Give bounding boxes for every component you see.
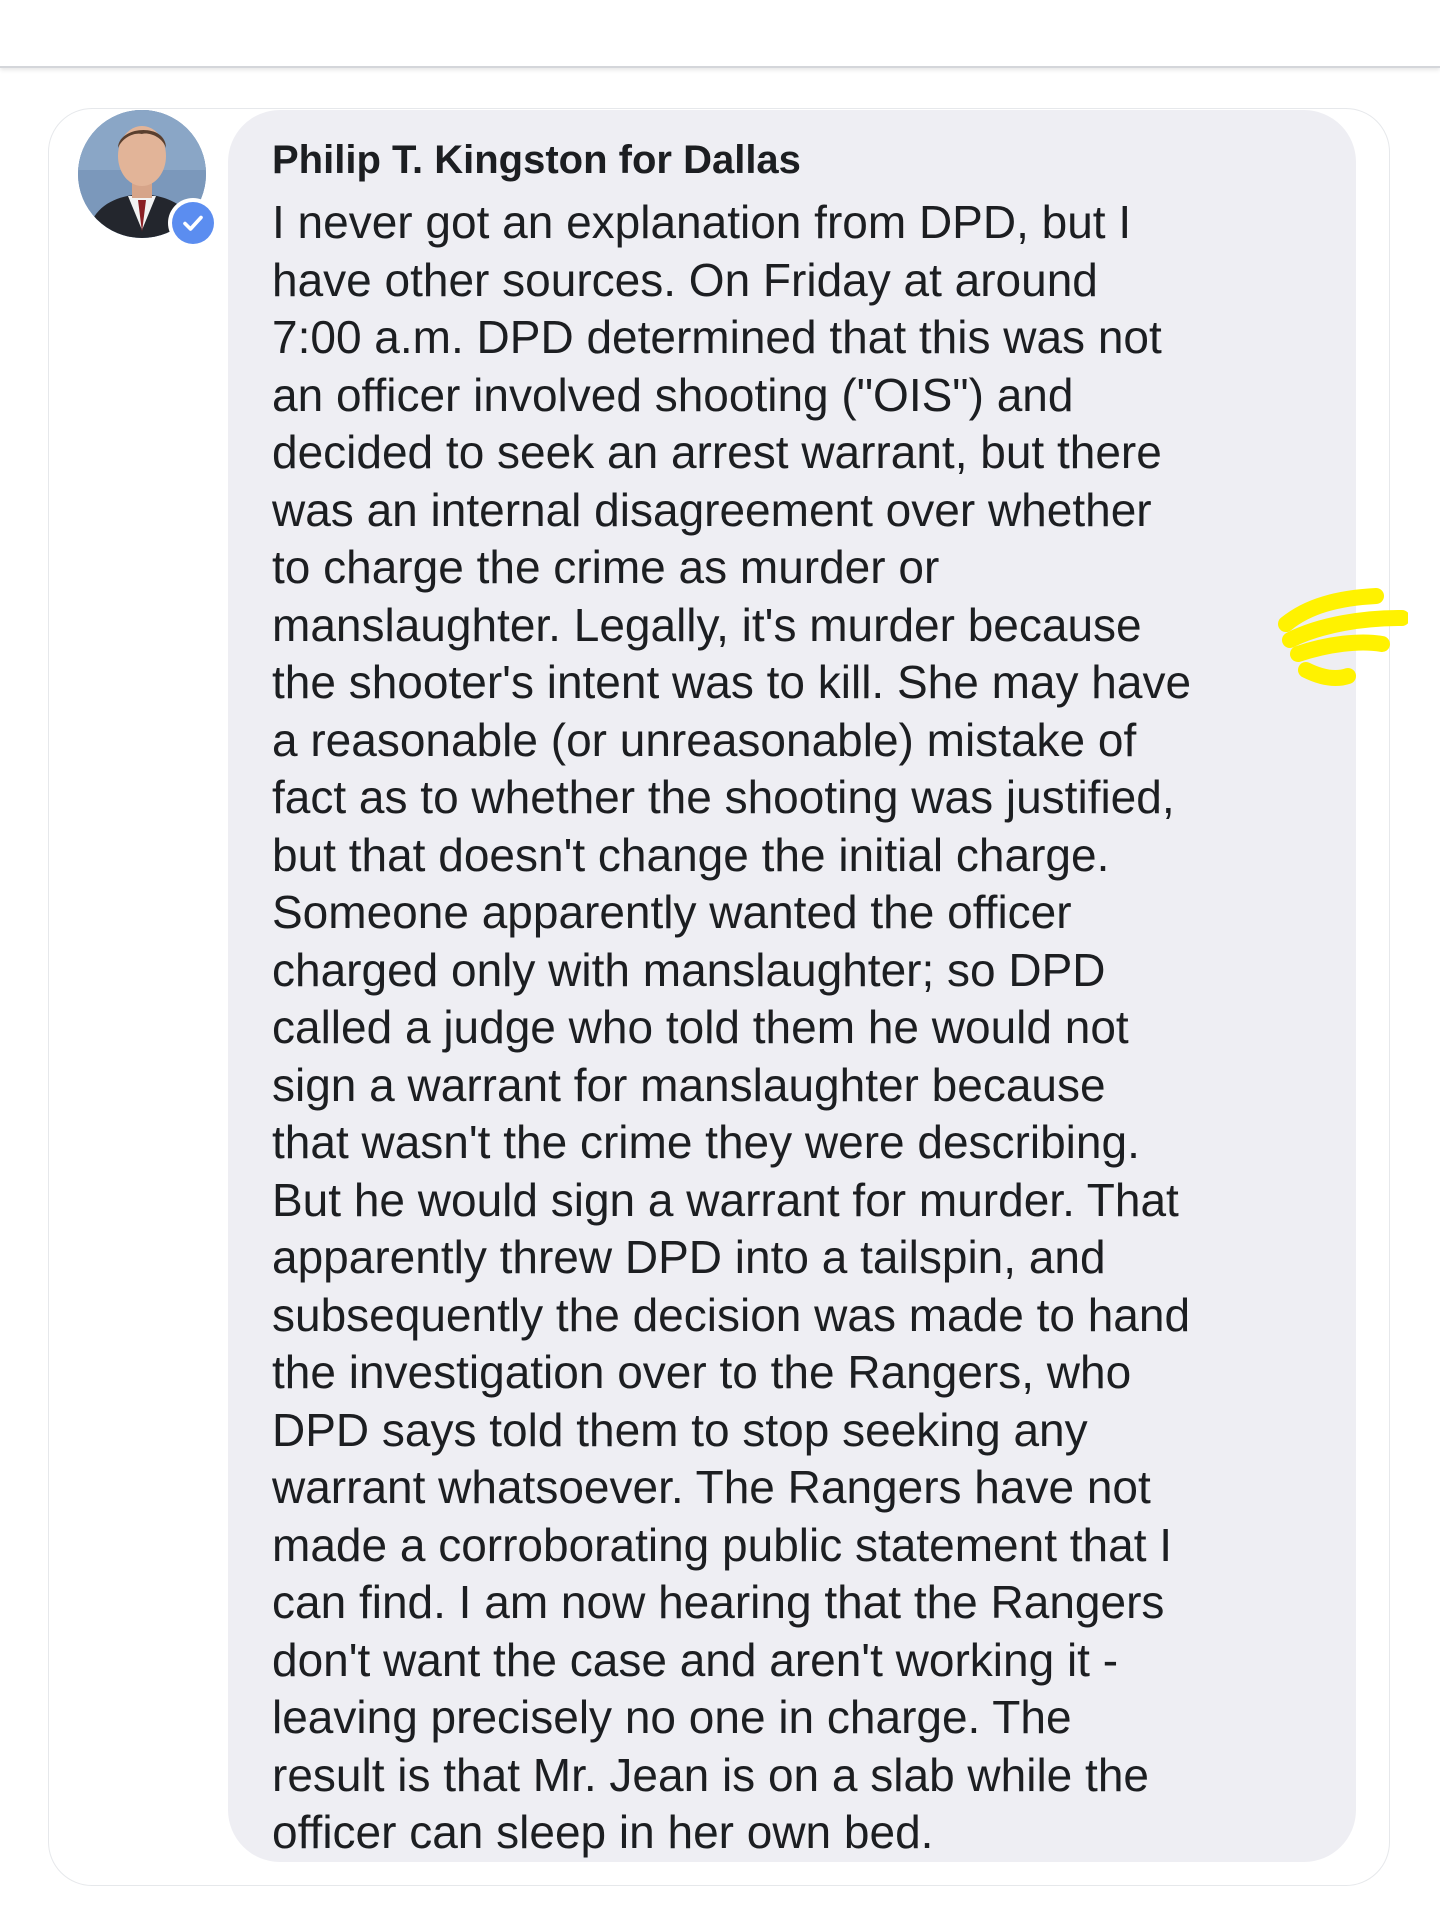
comment-line: leaving precisely no one in charge. The [272, 1691, 1072, 1743]
comment-line: 7:00 a.m. DPD determined that this was n… [272, 311, 1162, 363]
comment-text: I never got an explanation from DPD, but… [272, 194, 1336, 1862]
comment-line: decided to seek an arrest warrant, but t… [272, 426, 1162, 478]
top-bar [0, 0, 1440, 68]
comment-line: But he would sign a warrant for murder. … [272, 1173, 1179, 1226]
comment-line: have other sources. On Friday at around [272, 253, 1098, 306]
verified-badge [168, 198, 218, 248]
comment-line: DPD says told them to stop seeking any [272, 1403, 1088, 1456]
comment-bubble: Philip T. Kingston for Dallas I never go… [228, 110, 1356, 1862]
yellow-highlight-scribble [1278, 588, 1408, 686]
comment-line: Someone apparently wanted the officer [272, 886, 1072, 938]
verified-check-icon [172, 202, 214, 244]
comment-line: sign a warrant for manslaughter because [272, 1058, 1106, 1111]
comment-line: charged only with manslaughter; so DPD [272, 943, 1106, 996]
comment-line: but that doesn't change the initial char… [272, 828, 1110, 881]
comment-line: was an internal disagreement over whethe… [272, 483, 1152, 536]
comment-author-name[interactable]: Philip T. Kingston for Dallas [272, 132, 1336, 188]
comment-line: result is that Mr. Jean is on a slab whi… [272, 1748, 1149, 1801]
comment-line: the shooter's intent was to kill. She ma… [272, 656, 1192, 708]
comment-line: made a corroborating public statement th… [272, 1518, 1173, 1571]
comment-line: to charge the crime as murder or [272, 541, 940, 593]
comment-line: called a judge who told them he would no… [272, 1001, 1129, 1053]
comment-line: can find. I am now hearing that the Rang… [272, 1576, 1165, 1628]
comment-line: don't want the case and aren't working i… [272, 1633, 1119, 1686]
comment-line: apparently threw DPD into a tailspin, an… [272, 1231, 1106, 1283]
comment-line: I never got an explanation from DPD, but… [272, 196, 1132, 248]
comment-line: a reasonable (or unreasonable) mistake o… [272, 713, 1137, 766]
comment-line: subsequently the decision was made to ha… [272, 1288, 1191, 1341]
comment-line: warrant whatsoever. The Rangers have not [272, 1461, 1151, 1513]
comment-line: officer can sleep in her own bed. [272, 1806, 934, 1858]
comment-line: the investigation over to the Rangers, w… [272, 1346, 1132, 1398]
comment-line: fact as to whether the shooting was just… [272, 771, 1175, 823]
comment-line: an officer involved shooting ("OIS") and [272, 368, 1074, 421]
comment-line: manslaughter. Legally, it's murder becau… [272, 598, 1142, 651]
comment-line: that wasn't the crime they were describi… [272, 1116, 1140, 1168]
